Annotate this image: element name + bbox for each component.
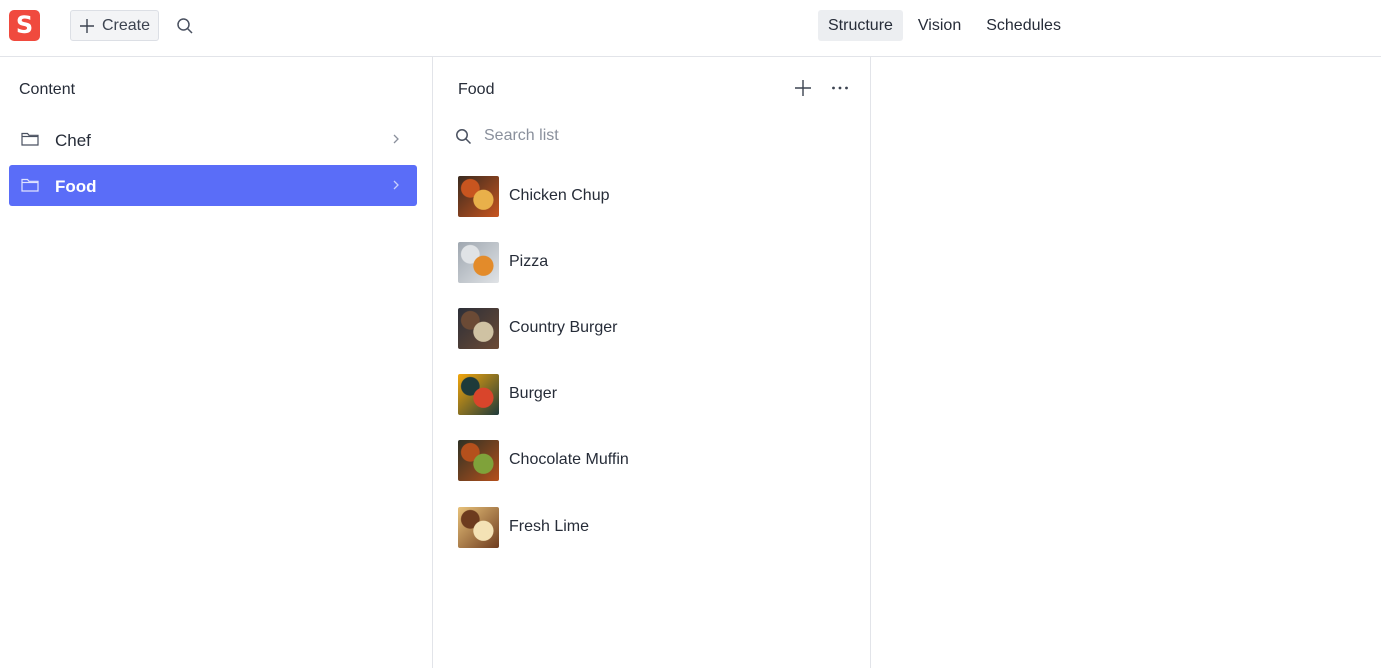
search-list	[455, 123, 845, 149]
food-thumbnail	[458, 175, 499, 217]
food-thumbnail	[458, 307, 499, 349]
food-thumbnail	[458, 241, 499, 283]
food-pane-title: Food	[458, 81, 495, 98]
food-thumbnail	[458, 506, 499, 548]
content-item-food[interactable]: Food	[9, 165, 417, 206]
app-logo[interactable]: S	[9, 10, 40, 41]
food-pane: Food Chicken Chup Pizza Country Burger B…	[433, 57, 871, 668]
list-item[interactable]: Burger	[458, 373, 858, 415]
top-bar: S Create Structure Vision Schedules	[0, 0, 1381, 57]
create-label: Create	[102, 16, 151, 34]
list-item-label: Country Burger	[509, 319, 618, 336]
content-item-label: Chef	[55, 131, 91, 150]
document-pane	[871, 57, 1381, 668]
food-thumbnail	[458, 373, 499, 415]
chevron-right-icon	[391, 132, 401, 146]
folder-icon	[21, 177, 39, 192]
list-item[interactable]: Chocolate Muffin	[458, 439, 858, 481]
list-item-label: Fresh Lime	[509, 518, 590, 535]
tab-structure[interactable]: Structure	[818, 10, 903, 41]
list-item-label: Chocolate Muffin	[509, 451, 629, 468]
list-item-label: Burger	[509, 385, 558, 402]
list-item-label: Pizza	[509, 253, 549, 270]
tool-tabs: Structure Vision Schedules	[818, 10, 1076, 41]
more-options-icon[interactable]	[830, 78, 850, 98]
search-icon[interactable]	[176, 17, 194, 35]
list-item[interactable]: Country Burger	[458, 307, 858, 349]
pane-actions	[776, 78, 850, 98]
list-item-label: Chicken Chup	[509, 187, 610, 204]
content-item-chef[interactable]: Chef	[9, 119, 417, 160]
tab-vision[interactable]: Vision	[908, 10, 971, 41]
food-thumbnail	[458, 439, 499, 481]
tab-schedules[interactable]: Schedules	[976, 10, 1071, 41]
add-document-button[interactable]	[793, 78, 813, 98]
chevron-right-icon	[391, 178, 401, 192]
search-icon	[455, 128, 472, 145]
list-item[interactable]: Chicken Chup	[458, 175, 858, 217]
create-button[interactable]: Create	[70, 10, 159, 41]
list-item[interactable]: Pizza	[458, 241, 858, 283]
folder-icon	[21, 131, 39, 146]
plus-icon	[78, 17, 96, 35]
content-pane-title: Content	[19, 81, 76, 98]
content-item-label: Food	[55, 177, 97, 196]
list-item[interactable]: Fresh Lime	[458, 506, 858, 548]
search-list-input[interactable]	[484, 127, 824, 145]
content-pane: Content Chef Food	[0, 57, 433, 668]
